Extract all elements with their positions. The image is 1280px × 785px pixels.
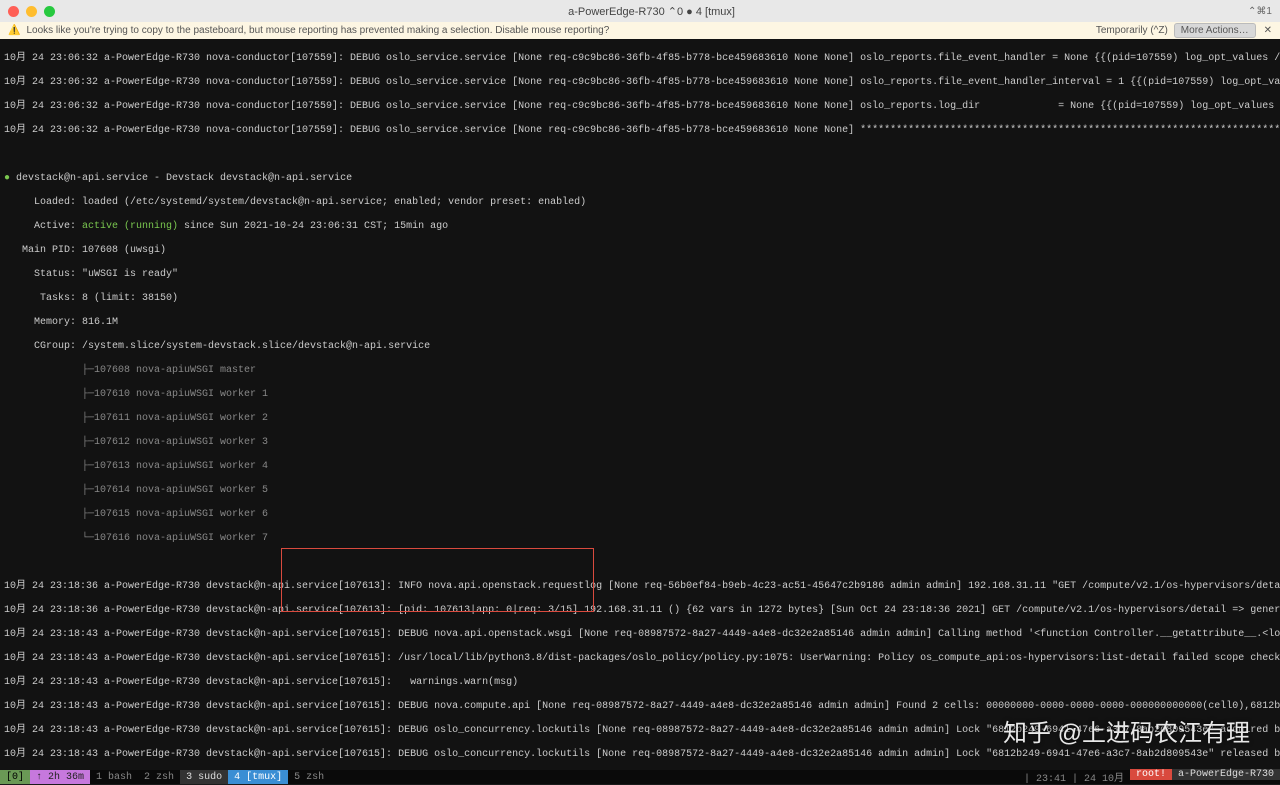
minimize-window-button[interactable]	[26, 6, 37, 17]
service-memory: Memory: 816.1M	[4, 317, 1276, 329]
log-line: 10月 24 23:18:36 a-PowerEdge-R730 devstac…	[4, 605, 1276, 617]
service-cgroup: CGroup: /system.slice/system-devstack.sl…	[4, 341, 1276, 353]
more-actions-button[interactable]: More Actions…	[1174, 23, 1256, 38]
service-active-running: active (running)	[82, 221, 178, 232]
tmux-user: root!	[1130, 769, 1172, 780]
process-tree-line: ├─107615 nova-apiuWSGI worker 6	[4, 509, 1276, 521]
maximize-window-button[interactable]	[44, 6, 55, 17]
log-line: 10月 24 23:18:43 a-PowerEdge-R730 devstac…	[4, 653, 1276, 665]
macos-titlebar: a-PowerEdge-R730 ⌃0 ● 4 [tmux] ⌃⌘1	[0, 0, 1280, 22]
tmux-window[interactable]: 1 bash	[90, 770, 138, 784]
tmux-window[interactable]: 5 zsh	[288, 770, 330, 784]
log-line: 10月 24 23:06:32 a-PowerEdge-R730 nova-co…	[4, 53, 1276, 65]
service-status: Status: "uWSGI is ready"	[4, 269, 1276, 281]
process-tree-line: ├─107608 nova-apiuWSGI master	[4, 365, 1276, 377]
log-line: 10月 24 23:18:43 a-PowerEdge-R730 devstac…	[4, 725, 1276, 737]
tmux-session-indicator[interactable]: [0]	[0, 770, 30, 784]
temporarily-link[interactable]: Temporarily (^Z)	[1096, 25, 1168, 36]
tmux-uptime: ↑ 2h 36m	[30, 770, 90, 784]
log-line: 10月 24 23:06:32 a-PowerEdge-R730 nova-co…	[4, 125, 1276, 137]
warning-text: Looks like you're trying to copy to the …	[26, 25, 609, 36]
log-line: 10月 24 23:18:43 a-PowerEdge-R730 devstac…	[4, 629, 1276, 641]
window-shortcut-label: ⌃⌘1	[1248, 6, 1272, 17]
log-line: 10月 24 23:06:32 a-PowerEdge-R730 nova-co…	[4, 101, 1276, 113]
status-dot-icon: ●	[4, 173, 16, 184]
window-title: a-PowerEdge-R730 ⌃0 ● 4 [tmux]	[55, 5, 1248, 18]
process-tree-line: ├─107612 nova-apiuWSGI worker 3	[4, 437, 1276, 449]
process-tree-line: ├─107610 nova-apiuWSGI worker 1	[4, 389, 1276, 401]
close-banner-button[interactable]: ✕	[1264, 25, 1272, 36]
tmux-window[interactable]: 2 zsh	[138, 770, 180, 784]
service-loaded: Loaded: loaded (/etc/systemd/system/devs…	[4, 197, 1276, 209]
tmux-clock: | 23:41 | 24 10月	[1018, 769, 1130, 785]
log-line: 10月 24 23:18:43 a-PowerEdge-R730 devstac…	[4, 701, 1276, 713]
log-line: 10月 24 23:18:43 a-PowerEdge-R730 devstac…	[4, 677, 1276, 689]
log-line: 10月 24 23:18:43 a-PowerEdge-R730 devstac…	[4, 749, 1276, 761]
service-header: devstack@n-api.service - Devstack devsta…	[16, 173, 352, 184]
tmux-host: a-PowerEdge-R730	[1172, 769, 1280, 780]
tmux-window[interactable]: 3 sudo	[180, 770, 228, 784]
warning-banner: ⚠️ Looks like you're trying to copy to t…	[0, 22, 1280, 39]
traffic-lights	[8, 6, 55, 17]
process-tree-line: ├─107611 nova-apiuWSGI worker 2	[4, 413, 1276, 425]
warning-icon: ⚠️	[8, 25, 20, 36]
process-tree-line: ├─107613 nova-apiuWSGI worker 4	[4, 461, 1276, 473]
error-highlight-box	[281, 548, 594, 612]
terminal-output[interactable]: 10月 24 23:06:32 a-PowerEdge-R730 nova-co…	[0, 39, 1280, 770]
log-line: 10月 24 23:18:36 a-PowerEdge-R730 devstac…	[4, 581, 1276, 593]
process-tree-line: ├─107614 nova-apiuWSGI worker 5	[4, 485, 1276, 497]
service-mainpid: Main PID: 107608 (uwsgi)	[4, 245, 1276, 257]
log-line: 10月 24 23:06:32 a-PowerEdge-R730 nova-co…	[4, 77, 1276, 89]
process-tree-line: └─107616 nova-apiuWSGI worker 7	[4, 533, 1276, 545]
tmux-window-active[interactable]: 4 [tmux]	[228, 770, 288, 784]
close-window-button[interactable]	[8, 6, 19, 17]
tmux-status-bar: [0] ↑ 2h 36m 1 bash 2 zsh 3 sudo 4 [tmux…	[0, 770, 1280, 784]
service-tasks: Tasks: 8 (limit: 38150)	[4, 293, 1276, 305]
